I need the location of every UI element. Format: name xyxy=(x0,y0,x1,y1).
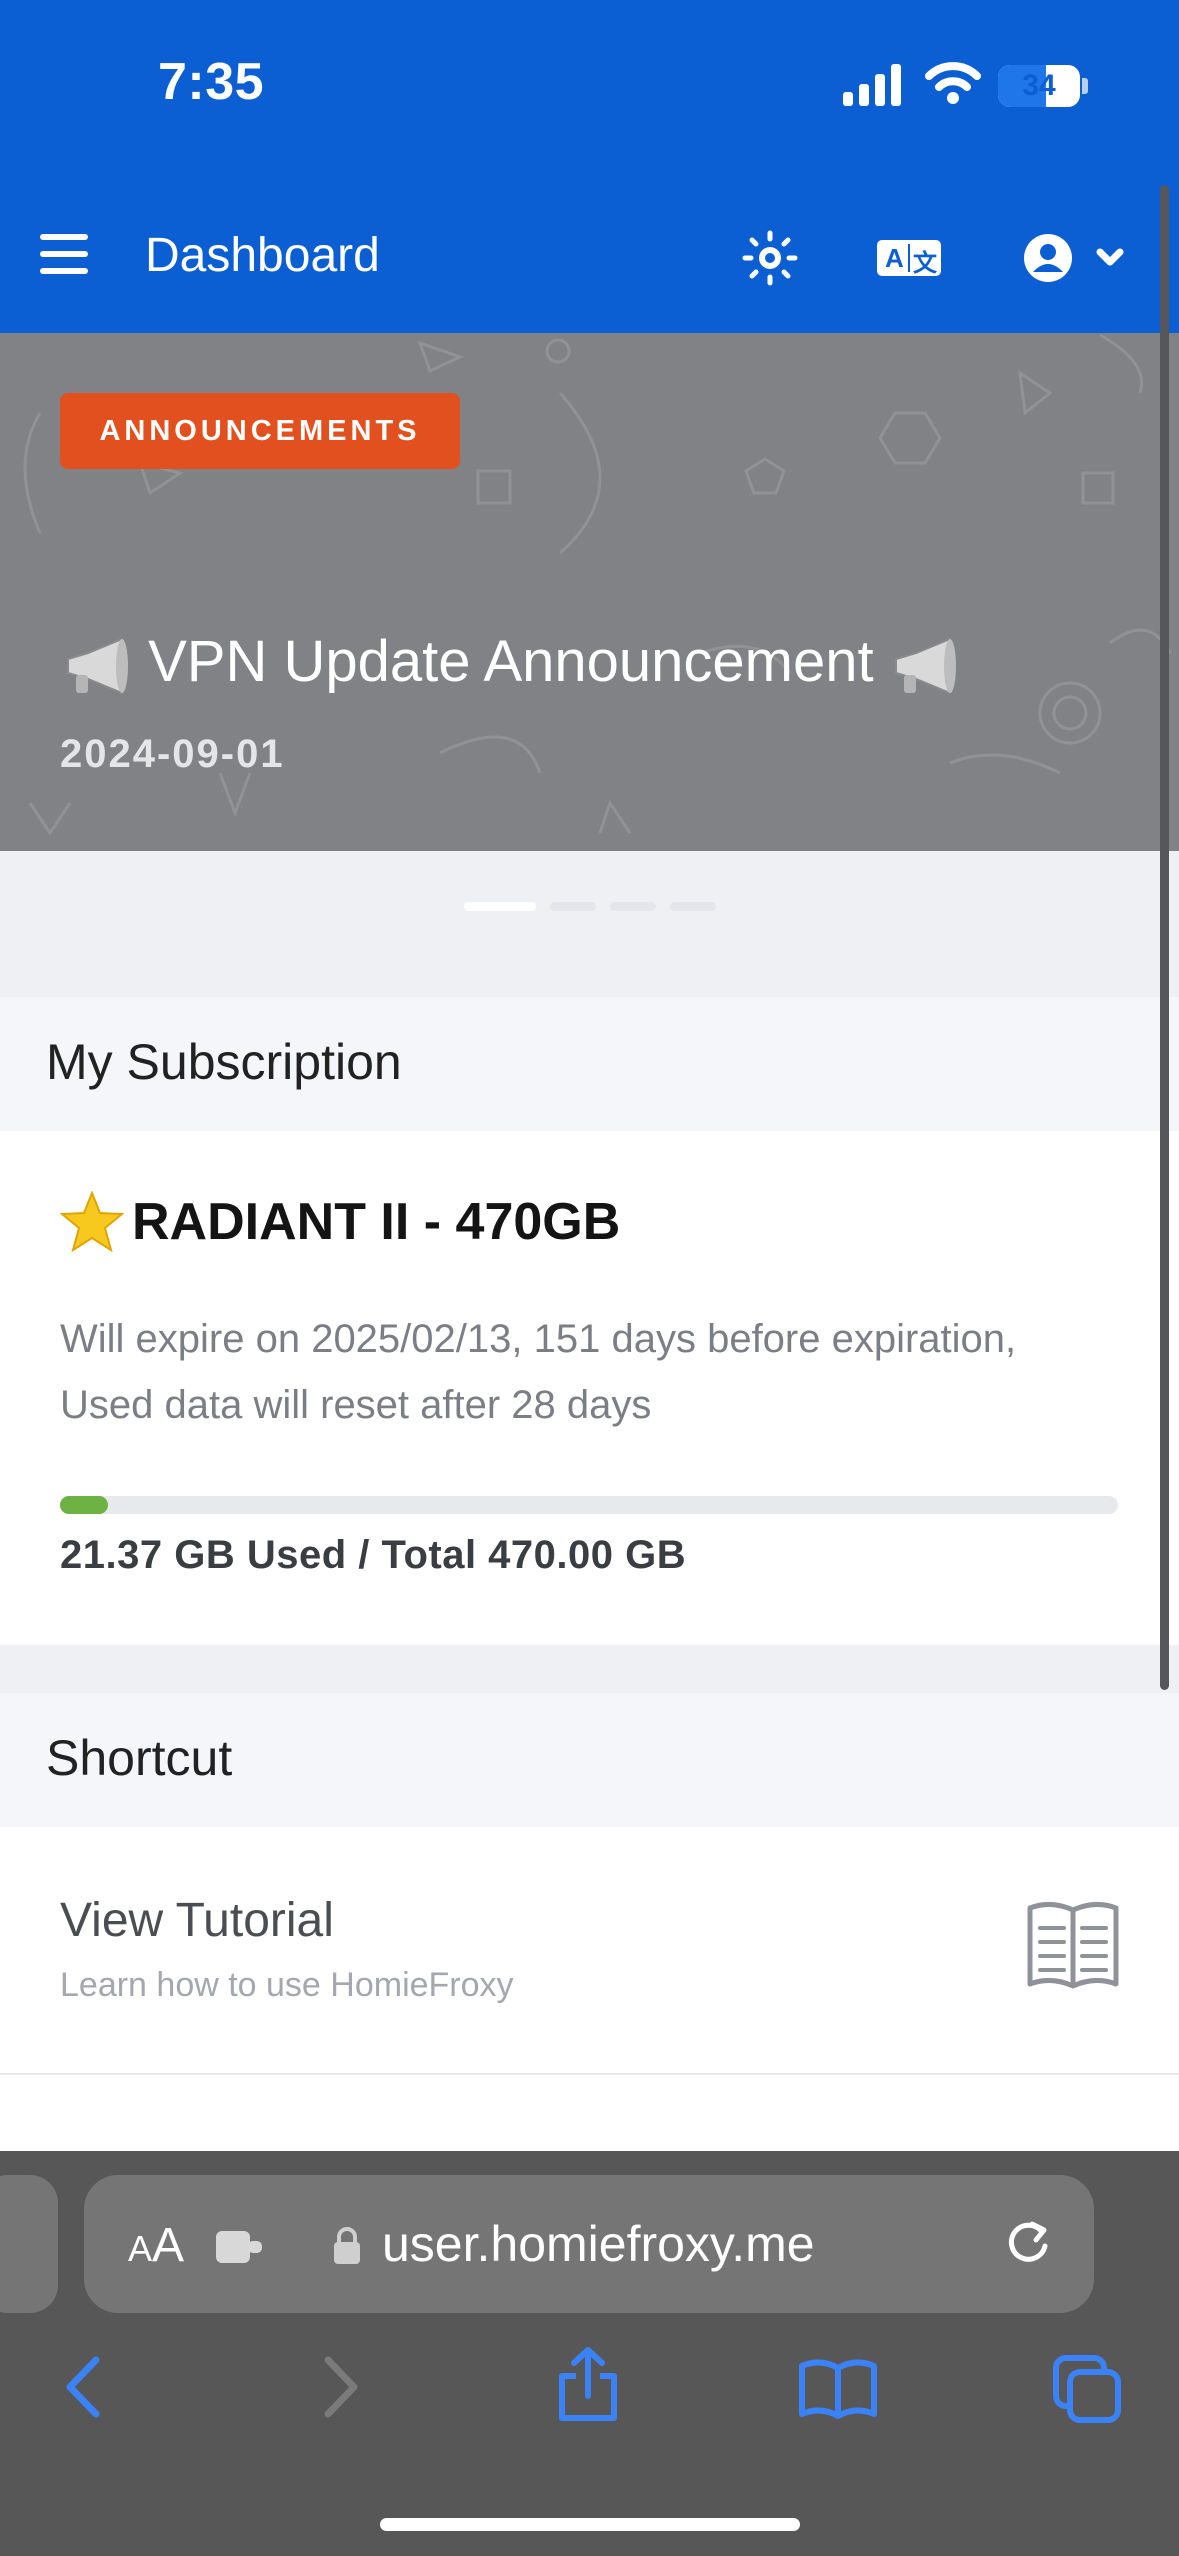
user-account-menu-button[interactable] xyxy=(1022,232,1132,284)
shortcut-item-title[interactable]: View Tutorial xyxy=(60,1893,334,1948)
language-switch-button[interactable]: A 文 xyxy=(877,240,941,277)
shortcut-heading: Shortcut xyxy=(46,1730,233,1786)
tabs-icon[interactable] xyxy=(1052,2354,1124,2426)
carousel-dot[interactable] xyxy=(670,902,716,911)
shortcut-item-subtitle: Learn how to use HomieFroxy xyxy=(60,1966,514,2004)
status-time: 7:35 xyxy=(158,53,265,111)
url-text[interactable]: user.homiefroxy.me xyxy=(382,2215,815,2273)
forward-arrow-icon[interactable] xyxy=(318,2356,362,2418)
data-usage-progress-bar xyxy=(60,1496,1118,1514)
lang-label-b: 文 xyxy=(913,250,937,277)
lang-label-a: A xyxy=(885,243,904,273)
extension-puzzle-icon[interactable] xyxy=(214,2227,266,2267)
reload-icon[interactable] xyxy=(1002,2216,1054,2268)
lock-icon xyxy=(334,2227,360,2264)
shortcut-item-view-tutorial[interactable] xyxy=(0,1827,1179,2073)
announcement-title: VPN Update Announcement xyxy=(148,629,874,694)
page-title: Dashboard xyxy=(145,229,380,282)
next-shortcut-item xyxy=(0,2075,1179,2151)
star-icon xyxy=(60,1191,124,1253)
battery-icon: 34 xyxy=(998,65,1080,107)
plan-expiry-description: Will expire on 2025/02/13, 151 days befo… xyxy=(60,1317,1017,1427)
plan-name: RADIANT II - 470GB xyxy=(132,1193,621,1251)
carousel-dot[interactable] xyxy=(550,902,596,911)
theme-toggle-sun-icon[interactable] xyxy=(742,230,798,286)
shortcut-card-header: Shortcut xyxy=(0,1693,1179,1827)
page-scrollbar[interactable] xyxy=(1160,185,1169,1690)
battery-cap xyxy=(1082,78,1088,94)
data-usage-progress-fill xyxy=(60,1496,108,1514)
announcement-title-row[interactable]: VPN Update Announcement xyxy=(62,628,960,697)
app-header-area xyxy=(0,0,1179,333)
megaphone-icon xyxy=(67,637,128,695)
battery-level: 34 xyxy=(1022,69,1056,102)
cellular-signal-icon xyxy=(843,64,901,106)
subscription-heading: My Subscription xyxy=(46,1034,402,1090)
book-icon xyxy=(1027,1902,1119,1989)
previous-tab-preview[interactable] xyxy=(0,2175,58,2313)
data-usage-text: 21.37 GB Used / Total 470.00 GB xyxy=(60,1533,687,1577)
hamburger-menu-button[interactable] xyxy=(40,234,88,274)
home-indicator[interactable] xyxy=(380,2518,800,2531)
wifi-icon xyxy=(925,62,981,104)
carousel-dot[interactable] xyxy=(464,902,536,911)
carousel-dot[interactable] xyxy=(610,902,656,911)
back-arrow-icon[interactable] xyxy=(62,2356,106,2418)
subscription-card-header: My Subscription xyxy=(0,997,1179,1131)
announcement-date: 2024-09-01 xyxy=(60,732,285,776)
announcements-badge: ANNOUNCEMENTS xyxy=(60,393,460,469)
share-icon[interactable] xyxy=(556,2346,620,2422)
reader-text-size-button[interactable]: AA xyxy=(128,2218,184,2273)
megaphone-icon xyxy=(894,637,956,695)
bookmarks-icon[interactable] xyxy=(798,2358,878,2420)
